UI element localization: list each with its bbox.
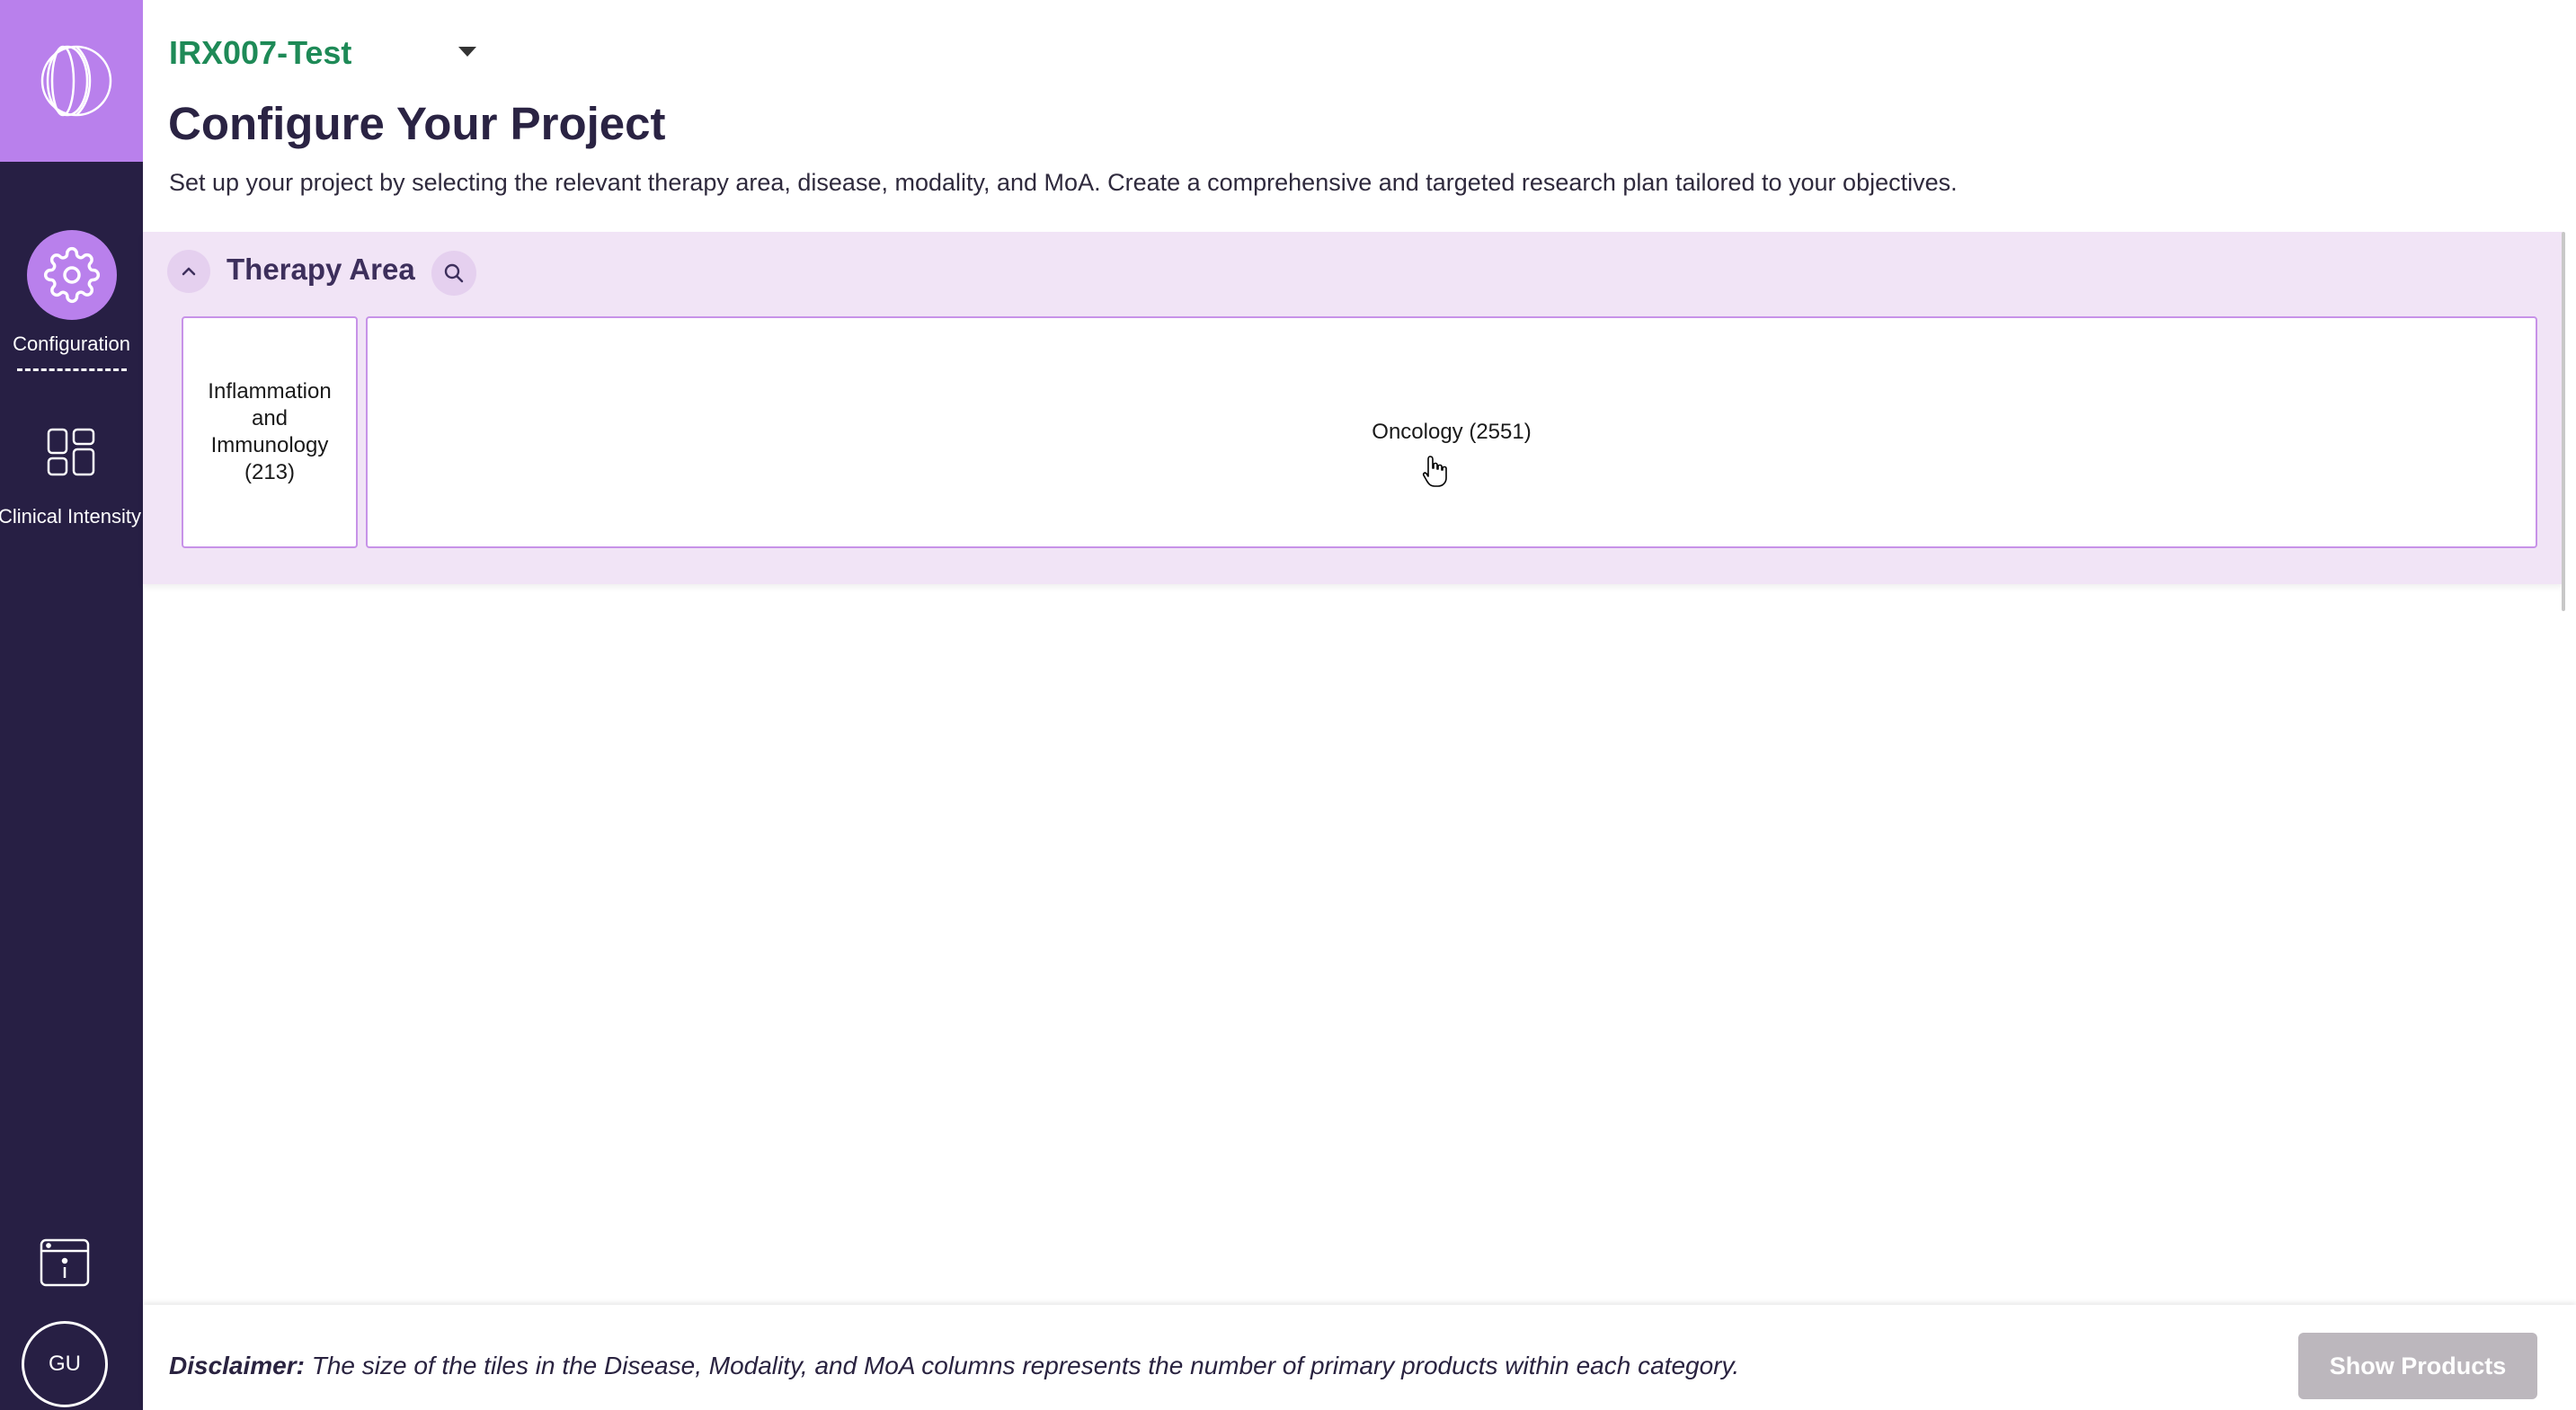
project-selector[interactable]: IRX007-Test: [169, 34, 351, 72]
disclaimer-text: The size of the tiles in the Disease, Mo…: [304, 1352, 1740, 1379]
chevron-down-icon[interactable]: [458, 47, 476, 57]
disclaimer: Disclaimer: The size of the tiles in the…: [169, 1352, 1739, 1380]
chevron-up-icon[interactable]: [167, 250, 210, 293]
avatar-initials: GU: [49, 1352, 81, 1376]
project-name: IRX007-Test: [169, 34, 352, 71]
page-subtitle: Set up your project by selecting the rel…: [169, 169, 1958, 196]
disclaimer-label: Disclaimer:: [169, 1352, 305, 1379]
tile-oncology[interactable]: Oncology (2551): [366, 316, 2537, 548]
app-logo[interactable]: [0, 0, 143, 162]
sidebar-divider: [16, 368, 127, 371]
page-title: Configure Your Project: [168, 98, 666, 149]
search-icon[interactable]: [431, 251, 476, 296]
avatar[interactable]: GU: [22, 1321, 108, 1407]
sidebar-item-label: Clinical Intensity: [0, 505, 141, 528]
therapy-area-title: Therapy Area: [227, 253, 415, 286]
dashboard-icon: [45, 426, 99, 480]
gear-icon: [26, 230, 117, 320]
hand-cursor-icon: [1422, 455, 1449, 493]
sidebar-item-configuration[interactable]: Configuration: [0, 230, 143, 371]
sidebar: Configuration Clinical Intensity GU: [0, 0, 143, 1410]
scrollbar[interactable]: [2562, 232, 2565, 611]
show-products-button[interactable]: Show Products: [2298, 1333, 2537, 1399]
info-window-icon[interactable]: [38, 1237, 92, 1289]
sidebar-item-clinical-intensity[interactable]: Clinical Intensity: [0, 426, 143, 528]
tile-inflammation-immunology[interactable]: Inflammation and Immunology (213): [182, 316, 358, 548]
sidebar-item-label: Configuration: [13, 333, 130, 355]
